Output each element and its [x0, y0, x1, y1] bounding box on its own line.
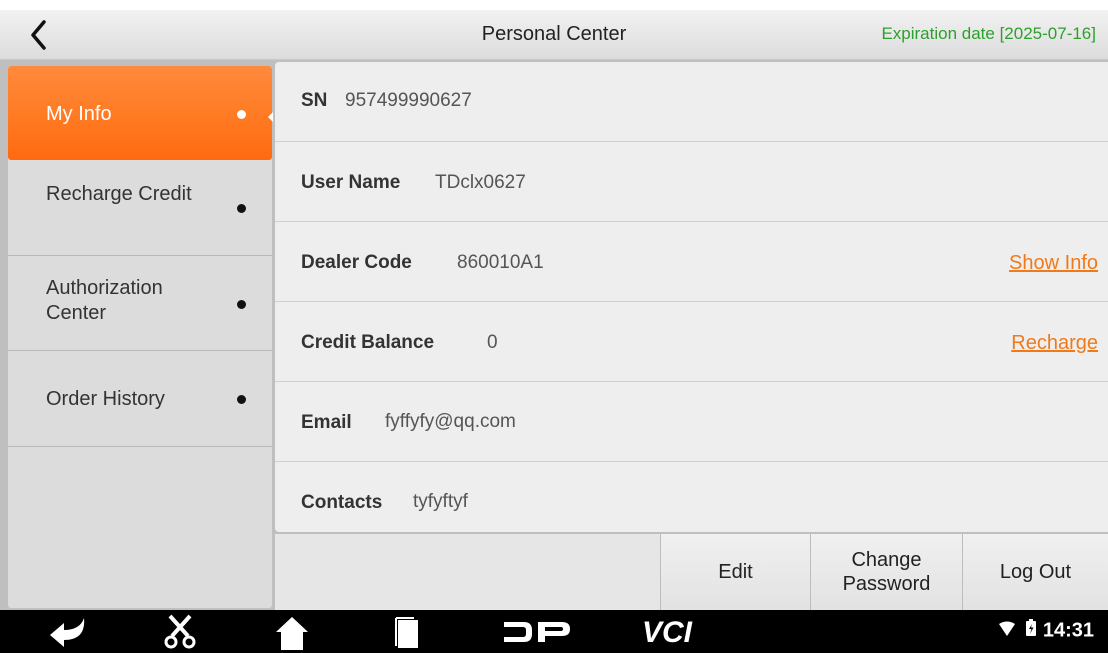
user-name-value: TDclx0627: [435, 172, 526, 193]
email-value: fyffyfy@qq.com: [385, 411, 516, 432]
sidebar-item-authorization-center[interactable]: Authorization Center: [8, 256, 272, 351]
dp-logo-icon[interactable]: [500, 610, 572, 653]
bottom-toolbar: Edit Change Password Log Out: [275, 534, 1108, 610]
bullet-icon: [237, 395, 246, 404]
bullet-icon: [237, 110, 246, 119]
sn-label: SN: [301, 90, 328, 111]
dealer-code-value: 860010A1: [457, 252, 544, 273]
contacts-label: Contacts: [301, 492, 383, 513]
info-panel: SN 957499990627 User Name TDclx0627 Deal…: [275, 62, 1108, 532]
sidebar-item-label: Authorization Center: [46, 277, 163, 324]
edit-button[interactable]: Edit: [660, 534, 810, 610]
dealer-code-label: Dealer Code: [301, 252, 412, 273]
system-nav-bar: VCI 14:31: [0, 610, 1108, 653]
recents-icon[interactable]: [388, 610, 428, 653]
active-indicator: [268, 112, 273, 122]
sidebar: My Info Recharge Credit Authorization Ce…: [8, 66, 272, 608]
sidebar-item-label: Recharge Credit: [46, 183, 192, 205]
vci-icon[interactable]: VCI: [640, 610, 700, 653]
home-icon[interactable]: [272, 610, 312, 653]
change-password-label: Change Password: [842, 549, 931, 595]
contacts-value: tyfyftyf: [413, 491, 468, 512]
clock: 14:31: [1042, 619, 1094, 642]
sidebar-item-label: Order History: [46, 388, 165, 410]
credit-balance-label: Credit Balance: [301, 332, 435, 353]
battery-icon: [1025, 619, 1037, 643]
info-row-email: Email fyffyfy@qq.com: [275, 382, 1108, 462]
info-row-credit-balance: Credit Balance 0 Recharge: [275, 302, 1108, 382]
sidebar-item-label: My Info: [46, 103, 112, 125]
user-name-label: User Name: [301, 172, 401, 193]
top-bar: Personal Center Expiration date [2025-07…: [0, 10, 1108, 60]
sidebar-item-recharge-credit[interactable]: Recharge Credit: [8, 160, 272, 256]
log-out-button[interactable]: Log Out: [962, 534, 1108, 610]
recharge-link[interactable]: Recharge: [1011, 332, 1098, 355]
info-row-contacts: Contacts tyfyftyf: [275, 462, 1108, 532]
status-area: 14:31: [998, 619, 1094, 643]
expiration-date: Expiration date [2025-07-16]: [881, 24, 1096, 43]
wifi-icon: [998, 620, 1016, 643]
bullet-icon: [237, 300, 246, 309]
email-label: Email: [301, 412, 352, 433]
sidebar-item-my-info[interactable]: My Info: [8, 66, 272, 160]
main-area: My Info Recharge Credit Authorization Ce…: [0, 60, 1108, 610]
scissors-icon[interactable]: [160, 610, 200, 653]
sn-value: 957499990627: [345, 90, 472, 111]
info-row-user-name: User Name TDclx0627: [275, 142, 1108, 222]
back-arrow-icon[interactable]: [44, 610, 94, 653]
bullet-icon: [237, 204, 246, 213]
info-row-dealer-code: Dealer Code 860010A1 Show Info: [275, 222, 1108, 302]
credit-balance-value: 0: [487, 332, 498, 353]
show-info-link[interactable]: Show Info: [1009, 252, 1098, 275]
info-row-sn: SN 957499990627: [275, 62, 1108, 142]
vci-label: VCI: [642, 616, 693, 649]
change-password-button[interactable]: Change Password: [810, 534, 962, 610]
sidebar-item-order-history[interactable]: Order History: [8, 351, 272, 447]
